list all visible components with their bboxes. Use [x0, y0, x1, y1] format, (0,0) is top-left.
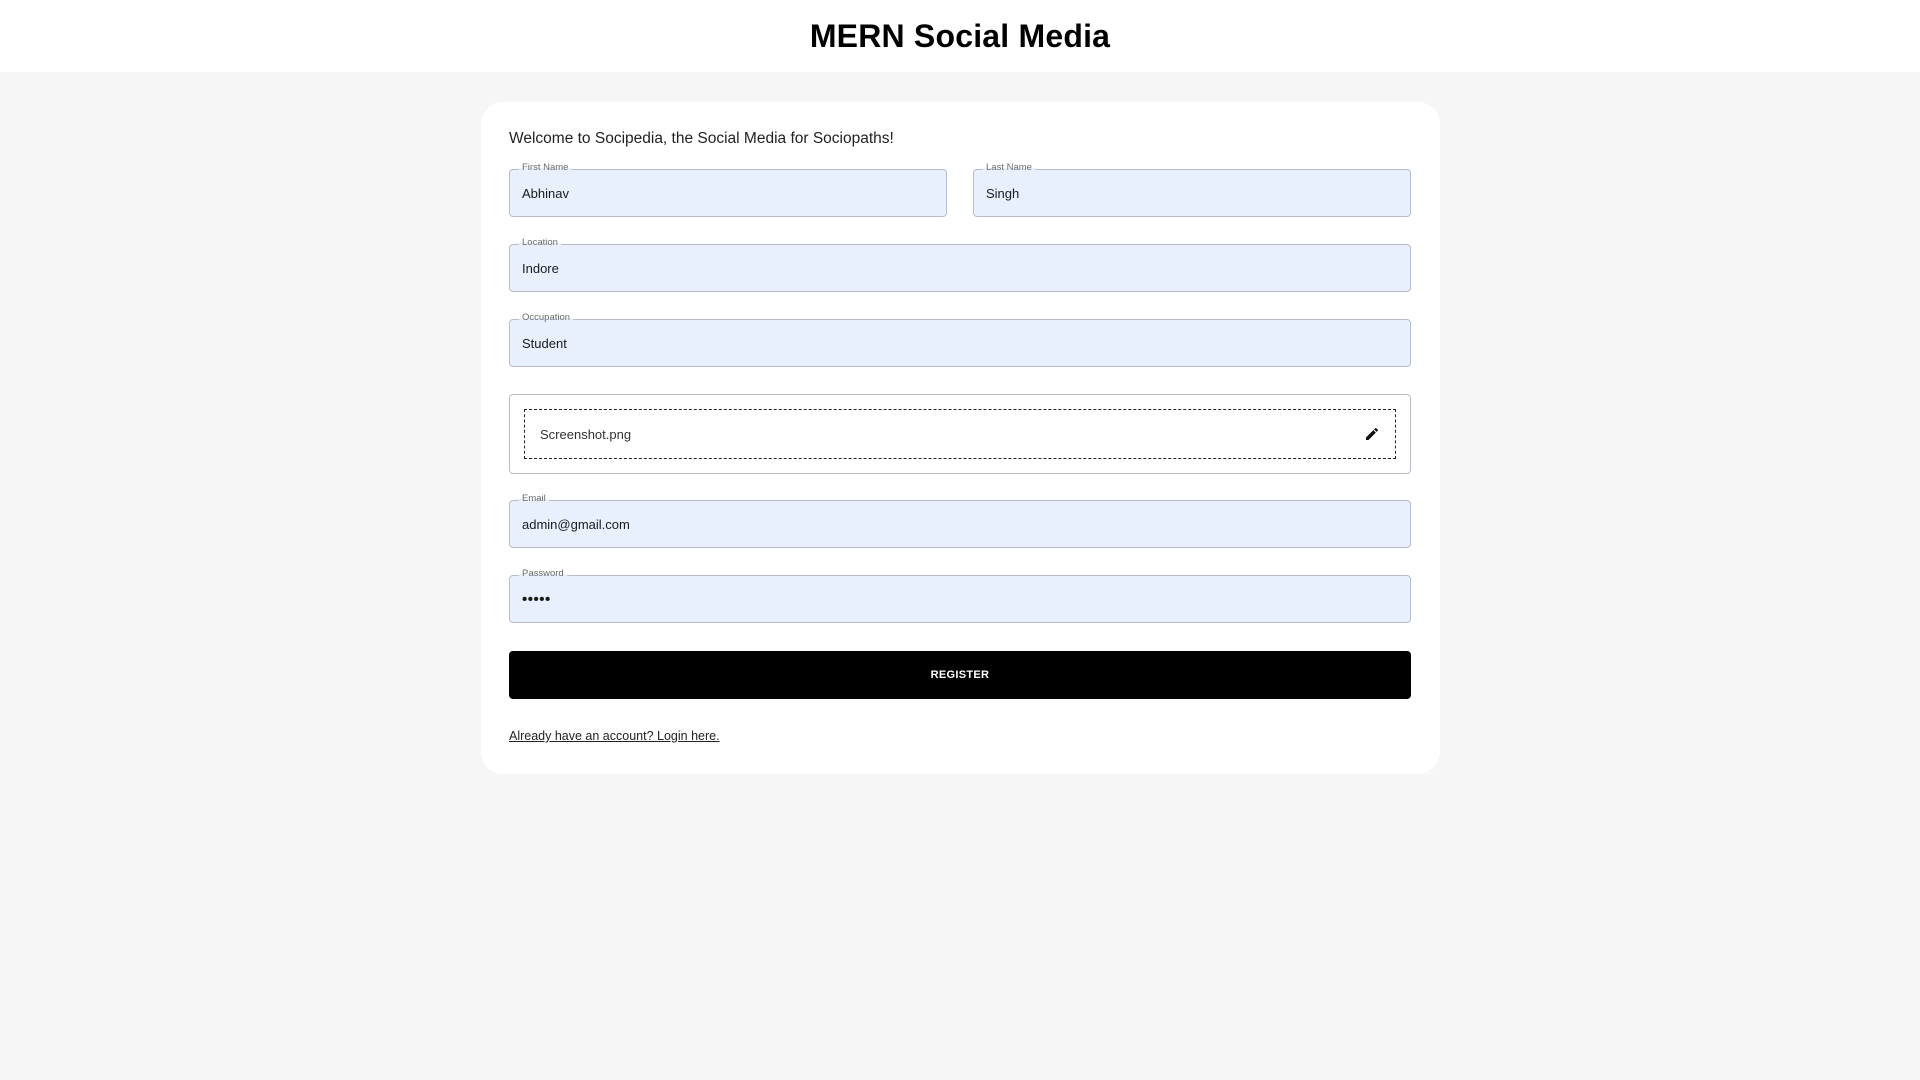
occupation-value: Student	[522, 335, 567, 351]
register-button[interactable]: REGISTER	[509, 651, 1411, 699]
password-field[interactable]: Password •••••	[509, 567, 1411, 623]
location-field[interactable]: Location Indore	[509, 236, 1411, 292]
picture-filename: Screenshot.png	[540, 426, 632, 442]
login-link[interactable]: Already have an account? Login here.	[509, 729, 720, 743]
email-value: admin@gmail.com	[522, 516, 630, 532]
picture-upload-box: Screenshot.png	[509, 394, 1411, 474]
picture-dropzone[interactable]: Screenshot.png	[524, 409, 1396, 459]
email-field[interactable]: Email admin@gmail.com	[509, 492, 1411, 548]
occupation-field[interactable]: Occupation Student	[509, 311, 1411, 367]
first-name-field[interactable]: First Name Abhinav	[509, 161, 947, 217]
last-name-value: Singh	[986, 185, 1020, 201]
first-name-value: Abhinav	[522, 185, 569, 201]
password-value: •••••	[522, 590, 551, 608]
location-value: Indore	[522, 260, 559, 276]
edit-icon[interactable]	[1361, 423, 1383, 445]
welcome-text: Welcome to Socipedia, the Social Media f…	[509, 130, 894, 147]
navbar: MERN Social Media	[0, 0, 1920, 72]
last-name-field[interactable]: Last Name Singh	[973, 161, 1411, 217]
register-card: Welcome to Socipedia, the Social Media f…	[481, 102, 1440, 774]
brand-title[interactable]: MERN Social Media	[810, 18, 1110, 55]
